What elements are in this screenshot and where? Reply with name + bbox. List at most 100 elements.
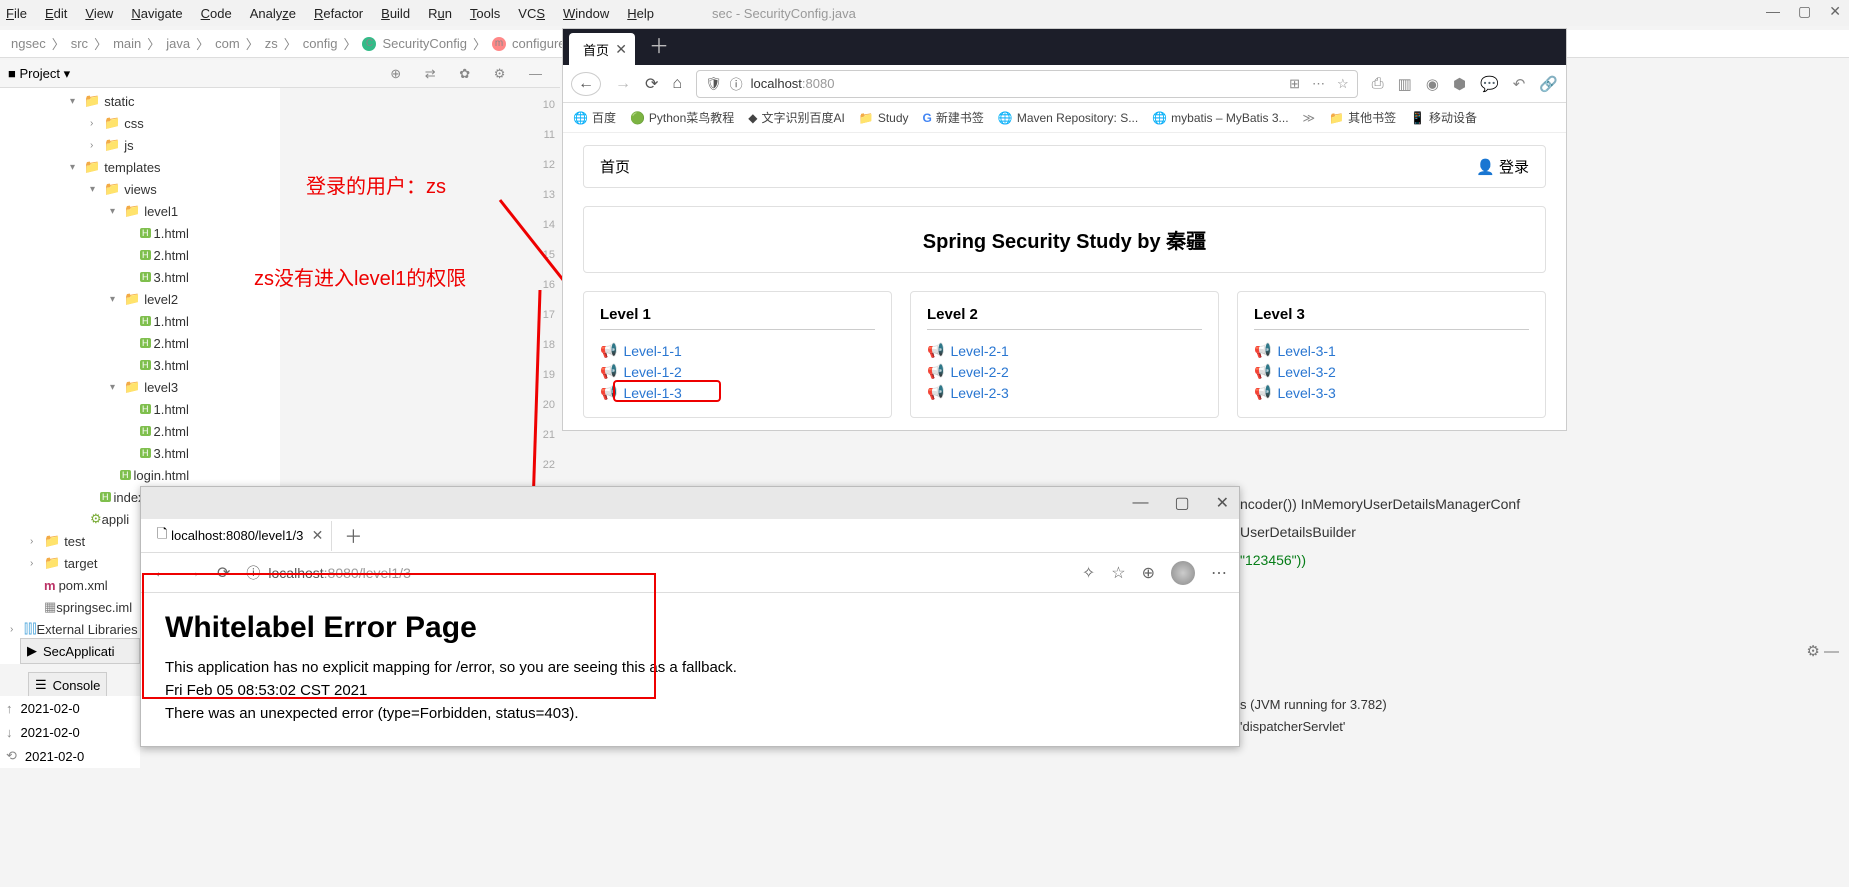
collections-icon[interactable]: ⊕ bbox=[1142, 563, 1155, 583]
tree-external-libs[interactable]: External Libraries bbox=[36, 622, 137, 637]
tree-level2[interactable]: level2 bbox=[144, 292, 178, 307]
bm-maven[interactable]: 🌐 Maven Repository: S... bbox=[998, 111, 1138, 125]
tree-views[interactable]: views bbox=[124, 182, 157, 197]
tree-templates[interactable]: templates bbox=[104, 160, 160, 175]
menu-refactor[interactable]: Refactor bbox=[314, 6, 363, 21]
bm-mybatis[interactable]: 🌐 mybatis – MyBatis 3... bbox=[1152, 111, 1288, 125]
menu-icon[interactable]: ⋯ bbox=[1211, 563, 1227, 583]
run-tool-buttons[interactable]: ⚙ — bbox=[1806, 642, 1839, 660]
qr-icon[interactable]: ⊞ bbox=[1289, 76, 1300, 92]
menu-window[interactable]: Window bbox=[563, 6, 609, 21]
avatar[interactable] bbox=[1171, 561, 1195, 585]
tree-test[interactable]: test bbox=[64, 534, 85, 549]
new-tab-button[interactable]: ＋ bbox=[649, 30, 669, 59]
tree-l2-1[interactable]: 1.html bbox=[154, 314, 189, 329]
library-icon[interactable]: ⎙ bbox=[1372, 75, 1384, 92]
bm-ai[interactable]: ◆ 文字识别百度AI bbox=[748, 109, 845, 126]
nav-home[interactable]: 首页 bbox=[600, 156, 630, 177]
tree-l2-2[interactable]: 2.html bbox=[154, 336, 189, 351]
menu-file[interactable]: File bbox=[6, 6, 27, 21]
bc-java[interactable]: java bbox=[166, 36, 190, 51]
tree-level1[interactable]: level1 bbox=[144, 204, 178, 219]
tree-l3-3[interactable]: 3.html bbox=[154, 446, 189, 461]
tree-l3-2[interactable]: 2.html bbox=[154, 424, 189, 439]
undo-icon[interactable]: ↶ bbox=[1513, 75, 1526, 93]
tree-static[interactable]: static bbox=[104, 94, 134, 109]
link-level-3-2[interactable]: 📢Level-3-2 bbox=[1254, 361, 1529, 382]
star-icon[interactable]: ☆ bbox=[1337, 76, 1349, 92]
link-level-1-1[interactable]: 📢Level-1-1 bbox=[600, 340, 875, 361]
bc-class[interactable]: SecurityConfig bbox=[382, 36, 467, 51]
menu-view[interactable]: View bbox=[85, 6, 113, 21]
menu-tools[interactable]: Tools bbox=[470, 6, 500, 21]
minimize-icon[interactable]: — bbox=[1766, 3, 1780, 20]
link-level-3-1[interactable]: 📢Level-3-1 bbox=[1254, 340, 1529, 361]
home-button[interactable]: ⌂ bbox=[672, 75, 682, 93]
favorite-icon[interactable]: ☆ bbox=[1111, 563, 1125, 583]
bc-com[interactable]: com bbox=[215, 36, 240, 51]
tree-l2-3[interactable]: 3.html bbox=[154, 358, 189, 373]
menu-build[interactable]: Build bbox=[381, 6, 410, 21]
tree-level3[interactable]: level3 bbox=[144, 380, 178, 395]
link-level-2-3[interactable]: 📢Level-2-3 bbox=[927, 382, 1202, 403]
link-level-1-2[interactable]: 📢Level-1-2 bbox=[600, 361, 875, 382]
bc-config[interactable]: config bbox=[303, 36, 338, 51]
bm-study[interactable]: 📁 Study bbox=[859, 111, 909, 125]
menu-navigate[interactable]: Navigate bbox=[131, 6, 182, 21]
menu-analyze[interactable]: Analyze bbox=[250, 6, 296, 21]
link-level-2-2[interactable]: 📢Level-2-2 bbox=[927, 361, 1202, 382]
bm-mobile[interactable]: 📱 移动设备 bbox=[1410, 109, 1477, 126]
tree-pom[interactable]: pom.xml bbox=[59, 578, 108, 593]
reload-button[interactable]: ⟳ bbox=[645, 74, 658, 94]
close-icon[interactable]: ✕ bbox=[1829, 3, 1841, 20]
nav-login[interactable]: 👤 登录 bbox=[1476, 156, 1529, 177]
more-icon[interactable]: ⋯ bbox=[1312, 76, 1325, 92]
close-icon[interactable]: ✕ bbox=[312, 527, 324, 544]
tree-target[interactable]: target bbox=[64, 556, 97, 571]
browser2-tab[interactable]: 🗋 localhost:8080/level1/3 ✕ bbox=[147, 521, 332, 551]
tree-l1-3[interactable]: 3.html bbox=[154, 270, 189, 285]
bm-google[interactable]: G 新建书签 bbox=[923, 109, 984, 126]
tree-l3-1[interactable]: 1.html bbox=[154, 402, 189, 417]
tree-appli[interactable]: appli bbox=[102, 512, 129, 527]
ext-icon[interactable]: ⬢ bbox=[1453, 75, 1466, 93]
link-level-1-3[interactable]: 📢Level-1-3 bbox=[600, 382, 875, 403]
link-icon[interactable]: 🔗 bbox=[1539, 75, 1558, 93]
menu-help[interactable]: Help bbox=[627, 6, 654, 21]
link-level-2-1[interactable]: 📢Level-2-1 bbox=[927, 340, 1202, 361]
maximize-icon[interactable]: ▢ bbox=[1174, 493, 1189, 513]
menu-edit[interactable]: Edit bbox=[45, 6, 67, 21]
bm-python[interactable]: 🟢 Python菜鸟教程 bbox=[630, 109, 734, 126]
run-tab-app[interactable]: ▶ SecApplicati bbox=[20, 638, 140, 664]
tree-css[interactable]: css bbox=[124, 116, 144, 131]
new-tab-button[interactable]: ＋ bbox=[344, 523, 362, 549]
bc-ngsec[interactable]: ngsec bbox=[11, 36, 46, 51]
read-icon[interactable]: ✧ bbox=[1082, 563, 1095, 583]
bc-method[interactable]: configure bbox=[512, 36, 565, 51]
tree-js[interactable]: js bbox=[124, 138, 133, 153]
run-tab-console[interactable]: ☰ Console bbox=[28, 672, 107, 698]
tree-iml[interactable]: springsec.iml bbox=[56, 600, 132, 615]
minimize-icon[interactable]: — bbox=[1132, 494, 1148, 512]
close-icon[interactable]: ✕ bbox=[615, 41, 627, 58]
bc-src[interactable]: src bbox=[71, 36, 88, 51]
browser1-urlbar[interactable]: 🛡 ⓘ localhost:8080 ⊞⋯☆ bbox=[696, 70, 1358, 98]
reload-button[interactable]: ⟳ bbox=[217, 563, 230, 583]
back-button[interactable]: ← bbox=[571, 72, 601, 96]
sidebar-icon[interactable]: ▥ bbox=[1398, 75, 1412, 93]
menu-vcs[interactable]: VCS bbox=[518, 6, 545, 21]
bc-main[interactable]: main bbox=[113, 36, 141, 51]
forward-button[interactable]: → bbox=[615, 75, 631, 93]
tree-l1-2[interactable]: 2.html bbox=[154, 248, 189, 263]
forward-button[interactable]: → bbox=[185, 564, 201, 582]
project-label[interactable]: Project bbox=[19, 66, 59, 81]
maximize-icon[interactable]: ▢ bbox=[1798, 3, 1811, 20]
bm-baidu[interactable]: 🌐 百度 bbox=[573, 109, 616, 126]
menu-run[interactable]: Run bbox=[428, 6, 452, 21]
account-icon[interactable]: ◉ bbox=[1426, 75, 1439, 93]
project-tools[interactable]: ⊕ ⇄ ✿ ⚙ — bbox=[390, 66, 552, 82]
close-icon[interactable]: ✕ bbox=[1216, 493, 1229, 513]
menu-code[interactable]: Code bbox=[201, 6, 232, 21]
bm-other[interactable]: 📁 其他书签 bbox=[1329, 109, 1396, 126]
tree-login[interactable]: login.html bbox=[134, 468, 190, 483]
